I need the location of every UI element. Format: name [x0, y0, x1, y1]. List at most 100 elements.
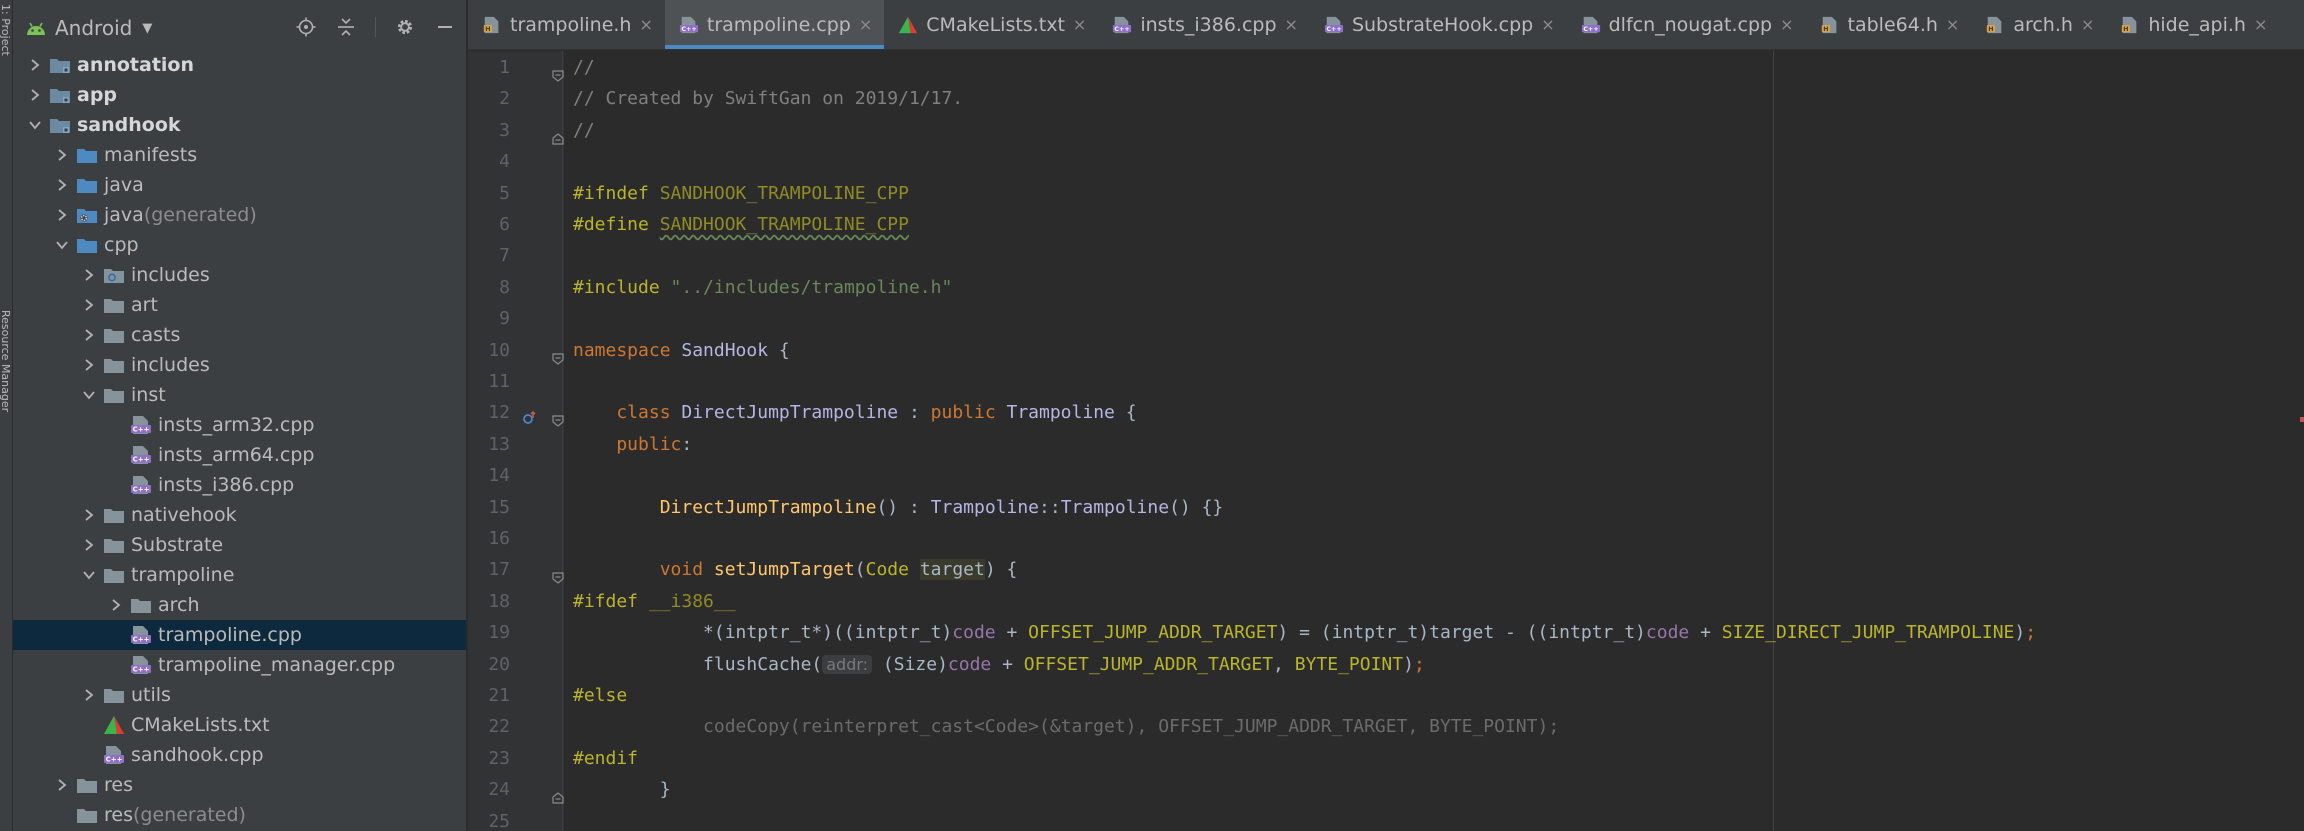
chevron-right-icon[interactable]	[52, 775, 72, 795]
code-line[interactable]: 16	[468, 524, 2304, 554]
code-line[interactable]: 7	[468, 241, 2304, 271]
close-icon[interactable]: ×	[2254, 15, 2267, 34]
tree-item-trampoline[interactable]: trampoline	[13, 560, 466, 590]
code-line[interactable]: 10 namespace SandHook {	[468, 336, 2304, 366]
chevron-right-icon[interactable]	[25, 55, 45, 75]
tree-item-arch[interactable]: arch	[13, 590, 466, 620]
tab-dlfcn-nougat-cpp[interactable]: C++ dlfcn_nougat.cpp ×	[1567, 0, 1806, 49]
code-line[interactable]: 23 #endif	[468, 744, 2304, 774]
chevron-down-icon[interactable]: ▼	[142, 21, 152, 36]
chevron-down-icon[interactable]	[79, 385, 99, 405]
chevron-right-icon[interactable]	[79, 265, 99, 285]
close-icon[interactable]: ×	[1285, 15, 1298, 34]
tree-item-trampoline-manager-cpp[interactable]: C++ trampoline_manager.cpp	[13, 650, 466, 680]
chevron-right-icon[interactable]	[79, 535, 99, 555]
code-line[interactable]: 18 #ifdef __i386__	[468, 587, 2304, 617]
chevron-right-icon[interactable]	[79, 685, 99, 705]
code-line[interactable]: 2 // Created by SwiftGan on 2019/1/17.	[468, 84, 2304, 114]
chevron-down-icon[interactable]	[52, 235, 72, 255]
code-line[interactable]: 8 #include "../includes/trampoline.h"	[468, 273, 2304, 303]
close-icon[interactable]: ×	[1946, 15, 1959, 34]
chevron-right-icon[interactable]	[79, 295, 99, 315]
tree-item-annotation[interactable]: annotation	[13, 50, 466, 80]
tab-insts-i386-cpp[interactable]: C++ insts_i386.cpp ×	[1098, 0, 1310, 49]
tree-item-utils[interactable]: utils	[13, 680, 466, 710]
close-icon[interactable]: ×	[1073, 15, 1086, 34]
code-editor[interactable]: 1 // 2 // Created by SwiftGan on 2019/1/17.…	[468, 51, 2304, 831]
tree-item-inst[interactable]: inst	[13, 380, 466, 410]
tree-item-substrate[interactable]: Substrate	[13, 530, 466, 560]
tree-item-java[interactable]: java (generated)	[13, 200, 466, 230]
code-line[interactable]: 19 *(intptr_t*)((intptr_t)code + OFFSET_…	[468, 618, 2304, 648]
tree-item-cmakelists-txt[interactable]: CMakeLists.txt	[13, 710, 466, 740]
tree-item-manifests[interactable]: manifests	[13, 140, 466, 170]
error-stripe-marker[interactable]	[2300, 417, 2304, 422]
chevron-right-icon[interactable]	[79, 325, 99, 345]
close-icon[interactable]: ×	[639, 15, 652, 34]
code-line[interactable]: 22 codeCopy(reinterpret_cast<Code>(&targ…	[468, 712, 2304, 742]
tab-cmakelists-txt[interactable]: CMakeLists.txt ×	[884, 0, 1098, 49]
gear-icon[interactable]	[394, 16, 416, 38]
fold-marker-icon[interactable]	[552, 62, 564, 82]
close-icon[interactable]: ×	[1541, 15, 1554, 34]
tree-item-includes[interactable]: includes	[13, 350, 466, 380]
chevron-down-icon[interactable]	[25, 115, 45, 135]
tree-item-insts-arm64-cpp[interactable]: C++ insts_arm64.cpp	[13, 440, 466, 470]
tab-trampoline-h[interactable]: Htrampoline.h ×	[468, 0, 665, 49]
fold-marker-icon[interactable]	[552, 784, 564, 804]
code-line[interactable]: 5 #ifndef SANDHOOK_TRAMPOLINE_CPP	[468, 179, 2304, 209]
tab-substratehook-cpp[interactable]: C++ SubstrateHook.cpp ×	[1310, 0, 1567, 49]
chevron-right-icon[interactable]	[52, 145, 72, 165]
code-line[interactable]: 6 #define SANDHOOK_TRAMPOLINE_CPP	[468, 210, 2304, 240]
tab-hide-api-h[interactable]: Hhide_api.h ×	[2106, 0, 2279, 49]
code-line[interactable]: 24 }	[468, 775, 2304, 805]
chevron-right-icon[interactable]	[106, 595, 126, 615]
tab-trampoline-cpp[interactable]: C++ trampoline.cpp ×	[664, 0, 885, 49]
fold-marker-icon[interactable]	[552, 345, 564, 365]
override-marker-icon[interactable]	[522, 406, 538, 425]
chevron-right-icon[interactable]	[25, 85, 45, 105]
tree-item-cpp[interactable]: cpp	[13, 230, 466, 260]
chevron-down-icon[interactable]	[79, 565, 99, 585]
tree-item-sandhook[interactable]: sandhook	[13, 110, 466, 140]
code-line[interactable]: 3 //	[468, 116, 2304, 146]
code-line[interactable]: 15 DirectJumpTrampoline() : Trampoline::…	[468, 493, 2304, 523]
chevron-right-icon[interactable]	[52, 205, 72, 225]
tree-item-java[interactable]: java	[13, 170, 466, 200]
code-line[interactable]: 21 #else	[468, 681, 2304, 711]
code-line[interactable]: 17 void setJumpTarget(Code target) {	[468, 555, 2304, 585]
close-icon[interactable]: ×	[1780, 15, 1793, 34]
chevron-right-icon[interactable]	[52, 175, 72, 195]
close-icon[interactable]: ×	[859, 15, 872, 34]
tree-item-trampoline-cpp[interactable]: C++ trampoline.cpp	[13, 620, 466, 650]
fold-marker-icon[interactable]	[552, 125, 564, 145]
code-line[interactable]: 1 //	[468, 53, 2304, 83]
code-line[interactable]: 12 class DirectJumpTrampoline : public T…	[468, 398, 2304, 428]
code-line[interactable]: 14	[468, 461, 2304, 491]
tree-item-art[interactable]: art	[13, 290, 466, 320]
code-line[interactable]: 9	[468, 304, 2304, 334]
chevron-right-icon[interactable]	[79, 505, 99, 525]
minimize-icon[interactable]	[434, 16, 456, 38]
tree-item-app[interactable]: app	[13, 80, 466, 110]
project-tool-window-button[interactable]: 1: Project	[0, 4, 12, 56]
fold-marker-icon[interactable]	[552, 407, 564, 428]
project-view-selector[interactable]: Android	[55, 16, 132, 40]
close-icon[interactable]: ×	[2081, 15, 2094, 34]
collapse-all-icon[interactable]	[335, 16, 357, 38]
resource-manager-tool-window-button[interactable]: Resource Manager	[0, 310, 12, 412]
tree-item-sandhook-cpp[interactable]: C++ sandhook.cpp	[13, 740, 466, 770]
tree-item-res[interactable]: res	[13, 770, 466, 800]
tree-item-nativehook[interactable]: nativehook	[13, 500, 466, 530]
code-line[interactable]: 4	[468, 147, 2304, 177]
tree-item-res[interactable]: res (generated)	[13, 800, 466, 830]
tree-item-insts-i386-cpp[interactable]: C++ insts_i386.cpp	[13, 470, 466, 500]
tree-item-insts-arm32-cpp[interactable]: C++ insts_arm32.cpp	[13, 410, 466, 440]
chevron-right-icon[interactable]	[79, 355, 99, 375]
code-line[interactable]: 11	[468, 367, 2304, 397]
tab-arch-h[interactable]: Harch.h ×	[1971, 0, 2106, 49]
tab-table64-h[interactable]: Htable64.h ×	[1806, 0, 1972, 49]
code-line[interactable]: 13 public:	[468, 430, 2304, 460]
locate-icon[interactable]	[295, 16, 317, 38]
code-line[interactable]: 20 flushCache(addr: (Size)code + OFFSET_…	[468, 650, 2304, 680]
